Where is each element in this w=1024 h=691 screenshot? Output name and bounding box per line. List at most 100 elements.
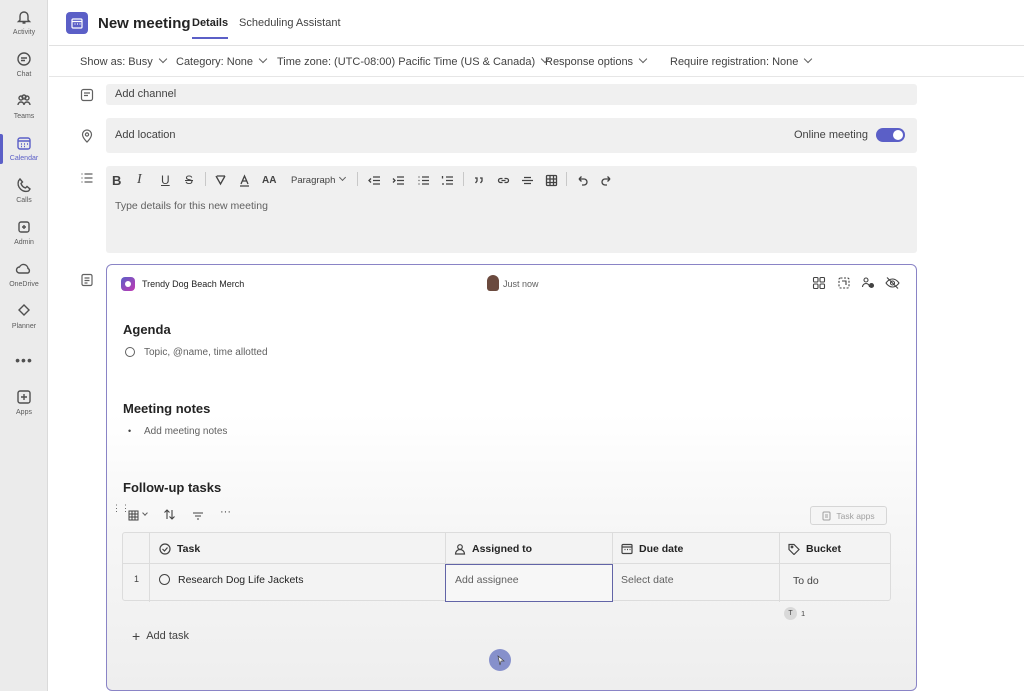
rail-item-onedrive[interactable]: OneDrive — [0, 260, 48, 302]
row-number: 1 — [134, 574, 140, 584]
link-icon — [497, 177, 510, 183]
column-header-task[interactable]: Task — [159, 543, 200, 555]
filter-button[interactable] — [192, 509, 204, 527]
numbered-list-button[interactable] — [441, 173, 454, 187]
rail-item-calls[interactable]: Calls — [0, 176, 48, 218]
table-column-divider — [779, 533, 780, 602]
loop-copy-button[interactable] — [837, 276, 851, 295]
loop-component: Trendy Dog Beach Merch Just now Agenda T… — [106, 264, 917, 691]
rail-item-teams[interactable]: Teams — [0, 92, 48, 134]
teams-icon — [17, 94, 31, 106]
tab-scheduling-assistant[interactable]: Scheduling Assistant — [239, 17, 341, 29]
online-meeting-toggle[interactable] — [876, 128, 905, 142]
rail-label: Calendar — [9, 155, 39, 162]
response-options-dropdown[interactable]: Response options — [545, 54, 648, 68]
rail-label: Calls — [16, 197, 32, 204]
channel-field[interactable]: Add channel — [106, 84, 917, 105]
follow-up-tasks-heading: Follow-up tasks — [123, 480, 222, 495]
task-complete-checkbox[interactable] — [159, 574, 170, 585]
sort-icon — [164, 509, 175, 520]
show-as-dropdown[interactable]: Show as: Busy — [80, 54, 168, 68]
response-options-label: Response options — [545, 56, 634, 68]
task-apps-label: Task apps — [836, 510, 875, 521]
font-color-icon — [240, 173, 249, 187]
assignee-cell[interactable]: Add assignee — [445, 564, 613, 602]
table-view-button[interactable] — [128, 509, 148, 521]
location-placeholder: Add location — [115, 129, 176, 141]
underline-button[interactable]: U — [161, 173, 170, 187]
rail-item-activity[interactable]: Activity — [0, 8, 48, 50]
rail-item-chat[interactable]: Chat — [0, 50, 48, 92]
strikethrough-button[interactable]: S — [185, 173, 193, 187]
link-button[interactable] — [497, 173, 510, 187]
rail-item-apps[interactable]: Apps — [0, 388, 48, 430]
app-rail: Activity Chat Teams Calendar Calls Admin… — [0, 0, 48, 691]
loop-apps-button[interactable] — [812, 276, 826, 295]
rail-label: Activity — [12, 29, 36, 36]
sort-button[interactable] — [163, 508, 176, 526]
details-placeholder: Type details for this new meeting — [115, 200, 268, 212]
more-apps-button[interactable]: ••• — [0, 352, 48, 368]
rail-item-planner[interactable]: Planner — [0, 302, 48, 344]
increase-indent-button[interactable] — [392, 173, 405, 187]
column-header-assigned-to[interactable]: Assigned to — [454, 543, 532, 555]
quote-button[interactable] — [472, 173, 485, 187]
last-edited-time: Just now — [503, 279, 539, 289]
eye-off-icon — [885, 277, 900, 289]
add-task-button[interactable]: + Add task — [132, 629, 189, 643]
task-apps-button[interactable]: Task apps — [810, 506, 887, 525]
insert-table-button[interactable] — [545, 173, 558, 187]
add-task-label: Add task — [146, 630, 189, 642]
chevron-down-icon — [158, 54, 168, 64]
paragraph-style-dropdown[interactable]: Paragraph — [291, 173, 347, 187]
rail-item-calendar[interactable]: Calendar — [0, 134, 48, 176]
tab-details[interactable]: Details — [192, 17, 229, 39]
chevron-down-icon — [258, 54, 268, 64]
toolbar-divider — [205, 172, 206, 186]
due-date-cell[interactable]: Select date — [621, 574, 674, 586]
meeting-notes-placeholder[interactable]: Add meeting notes — [144, 426, 227, 437]
bucket-cell[interactable]: To do — [793, 575, 819, 587]
location-pin-icon — [80, 129, 94, 143]
category-dropdown[interactable]: Category: None — [176, 54, 268, 68]
person-icon — [454, 544, 466, 555]
chat-icon — [17, 52, 31, 66]
horizontal-rule-button[interactable] — [521, 173, 534, 187]
online-meeting-label: Online meeting — [794, 129, 868, 141]
loop-hide-button[interactable] — [885, 276, 900, 295]
notes-icon — [80, 273, 94, 287]
location-field[interactable]: Add location Online meeting — [106, 118, 917, 153]
column-header-due-date[interactable]: Due date — [621, 543, 683, 555]
bold-button[interactable]: B — [112, 173, 121, 188]
details-editor[interactable]: B I U S AA Paragraph Type details for th… — [106, 166, 917, 253]
column-header-bucket[interactable]: Bucket — [788, 543, 841, 555]
task-name-cell[interactable]: Research Dog Life Jackets — [178, 574, 303, 586]
highlight-button[interactable] — [214, 173, 227, 187]
assignee-placeholder: Add assignee — [455, 574, 519, 586]
decrease-indent-button[interactable] — [368, 173, 381, 187]
agenda-placeholder[interactable]: Topic, @name, time allotted — [144, 347, 268, 358]
chevron-down-icon — [638, 54, 648, 64]
presence-count: 1 — [801, 609, 806, 618]
italic-button[interactable]: I — [137, 172, 142, 187]
undo-button[interactable] — [576, 173, 589, 187]
font-color-button[interactable] — [238, 173, 251, 187]
column-header-label: Assigned to — [472, 543, 533, 555]
timezone-dropdown[interactable]: Time zone: (UTC-08:00) Pacific Time (US … — [277, 54, 550, 68]
bulleted-list-button[interactable] — [417, 173, 430, 187]
registration-dropdown[interactable]: Require registration: None — [670, 54, 813, 68]
rail-item-admin[interactable]: Admin — [0, 218, 48, 260]
table-icon — [545, 174, 558, 186]
font-size-button[interactable]: AA — [262, 173, 276, 187]
rail-label: Planner — [11, 323, 37, 330]
agenda-checkbox[interactable] — [125, 347, 135, 357]
more-options-button[interactable]: ··· — [220, 506, 231, 518]
registration-label: Require registration: None — [670, 56, 799, 68]
toolbar-divider — [463, 172, 464, 186]
loop-workspace-name[interactable]: Trendy Dog Beach Merch — [142, 279, 244, 289]
loop-share-button[interactable] — [861, 276, 875, 295]
redo-button[interactable] — [600, 173, 613, 187]
loop-logo-icon — [121, 277, 135, 291]
people-settings-icon — [861, 277, 875, 289]
calendar-icon — [66, 12, 88, 34]
